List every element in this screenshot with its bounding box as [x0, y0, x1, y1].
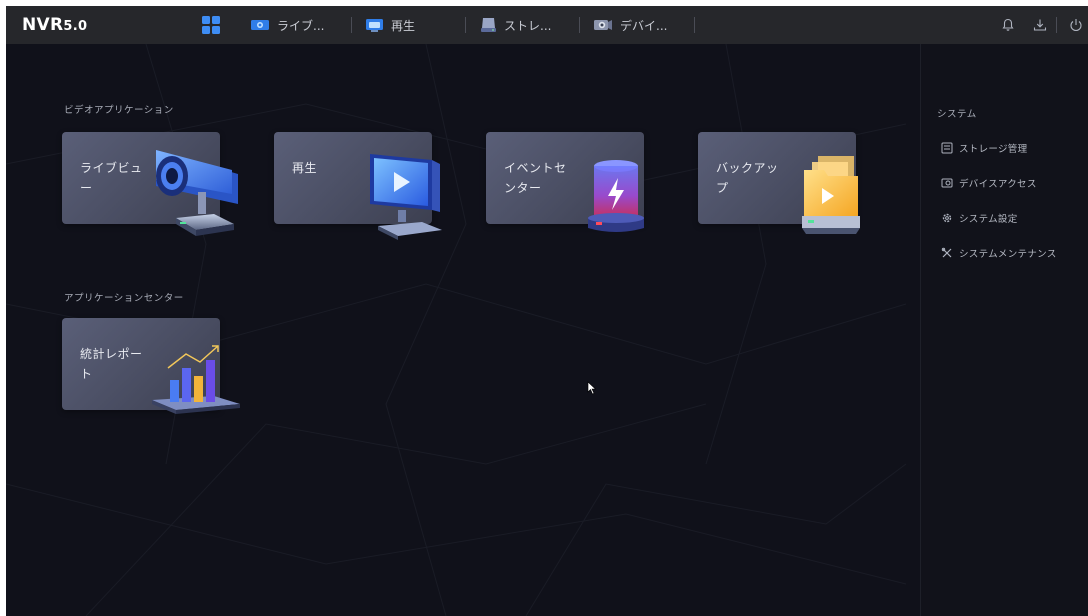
power-icon[interactable]	[1068, 17, 1084, 33]
monitor-icon	[370, 154, 442, 240]
grid-cell	[202, 26, 210, 34]
section-label-app-center: アプリケーションセンター	[64, 293, 184, 304]
tab-divider	[579, 17, 580, 33]
card-title: 再生	[292, 161, 318, 175]
alarm-light-icon	[588, 160, 644, 232]
system-item-device-access[interactable]: デバイスアクセス	[941, 175, 1037, 191]
system-item-system-maintenance[interactable]: システムメンテナンス	[941, 245, 1057, 261]
card-title: バックアップ	[716, 161, 779, 195]
card-title: 統計レポート	[80, 347, 143, 381]
mouse-cursor-icon	[587, 381, 597, 395]
gear-icon	[942, 213, 952, 223]
tab-divider	[694, 17, 695, 33]
system-item-label: システム設定	[959, 214, 1018, 225]
backup-folder-icon	[802, 156, 860, 234]
tab-label: ストレ...	[504, 18, 552, 33]
tab-label: 再生	[391, 18, 416, 33]
icon-divider	[1056, 17, 1057, 33]
nvr-logo: NVR5.0	[22, 15, 87, 35]
system-item-label: ストレージ管理	[959, 144, 1028, 155]
device-access-icon	[941, 178, 953, 188]
system-panel-title: システム	[937, 109, 977, 120]
storage-management-icon	[941, 142, 953, 154]
tools-icon	[941, 247, 952, 258]
system-item-label: デバイスアクセス	[959, 179, 1037, 190]
tab-playback[interactable]: 再生	[366, 14, 415, 36]
bell-icon[interactable]	[1000, 17, 1016, 33]
tab-label: ライブ...	[277, 18, 325, 33]
system-item-system-settings[interactable]: システム設定	[941, 210, 1018, 226]
tab-device[interactable]: デバイ...	[594, 14, 667, 36]
logo-version: 5.0	[63, 19, 88, 34]
top-navigation-bar: NVR5.0 ライブ... 再生 ストレ... デバイ...	[6, 6, 1088, 44]
card-title: イベントセンター	[504, 161, 567, 195]
live-view-icon	[251, 20, 269, 30]
logo-text: NVR	[22, 15, 64, 35]
section-label-video-apps: ビデオアプリケーション	[64, 105, 174, 116]
grid-cell	[212, 16, 220, 24]
grid-cell	[202, 16, 210, 24]
storage-icon	[481, 18, 496, 32]
system-side-panel: システム ストレージ管理 デバイスアクセス システム設定 システムメンテナンス	[920, 44, 1088, 616]
nvr-app-window: NVR5.0 ライブ... 再生 ストレ... デバイ... ビデオアプリケーシ…	[6, 6, 1088, 616]
grid-cell	[212, 26, 220, 34]
system-item-storage-management[interactable]: ストレージ管理	[941, 140, 1027, 156]
camera-icon	[156, 150, 238, 236]
bar-chart-icon	[152, 345, 240, 414]
tab-label: デバイ...	[620, 18, 668, 33]
tab-divider	[465, 17, 466, 33]
device-icon	[594, 20, 612, 30]
home-grid-button[interactable]	[202, 16, 220, 34]
tab-storage[interactable]: ストレ...	[481, 14, 551, 36]
download-icon[interactable]	[1032, 17, 1048, 33]
playback-icon	[366, 18, 383, 32]
system-item-label: システムメンテナンス	[959, 249, 1057, 260]
tab-live-view[interactable]: ライブ...	[251, 14, 324, 36]
tab-divider	[351, 17, 352, 33]
